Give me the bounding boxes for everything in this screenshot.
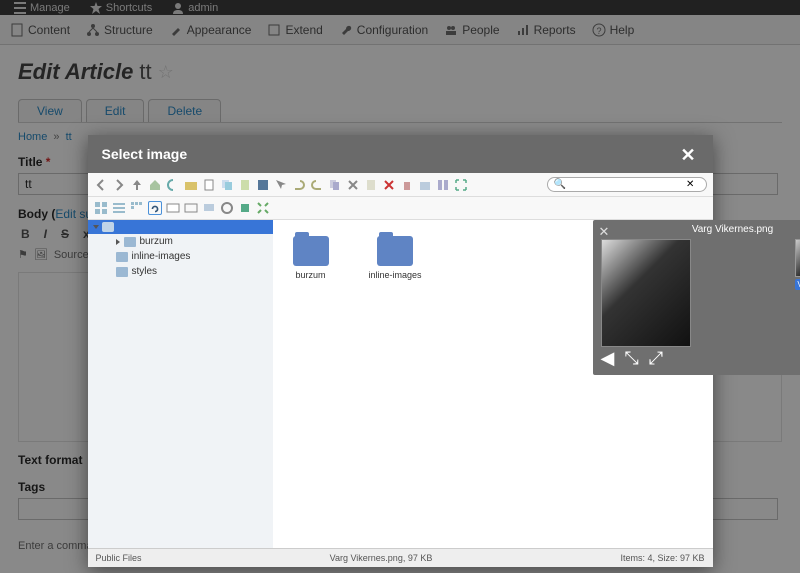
folder-tree: burzum inline-images styles: [88, 220, 273, 548]
prev-arrow-icon[interactable]: ◀: [601, 348, 615, 369]
modal-header: Select image ✕: [88, 135, 713, 173]
tree-item-label: styles: [132, 266, 158, 277]
folder-icon: [377, 236, 413, 266]
select-image-modal: Select image ✕ �: [88, 135, 713, 567]
file-grid[interactable]: burzum inline-images ✕ Varg Vikernes.png…: [273, 220, 713, 548]
tree-item-burzum[interactable]: burzum: [88, 234, 273, 249]
view-list-icon[interactable]: [112, 201, 126, 215]
file-item-inline-images[interactable]: inline-images: [369, 236, 422, 280]
preview-thumbnail[interactable]: png: [795, 239, 800, 277]
cut-icon[interactable]: [346, 178, 360, 192]
tree-item-styles[interactable]: styles: [88, 264, 273, 279]
preview-nav: ◀ ⤡ ⤢: [601, 348, 664, 369]
folder-icon: [293, 236, 329, 266]
photo-icon[interactable]: [166, 201, 180, 215]
new-file-icon[interactable]: [202, 178, 216, 192]
tree-item-inline-images[interactable]: inline-images: [88, 249, 273, 264]
status-right: Items: 4, Size: 97 KB: [620, 553, 704, 563]
folder-icon: [116, 267, 128, 277]
reload-icon[interactable]: [166, 178, 180, 192]
redo-icon[interactable]: [310, 178, 324, 192]
filemanager-statusbar: Public Files Varg Vikernes.png, 97 KB It…: [88, 548, 713, 567]
folder-icon: [124, 237, 136, 247]
view-icon[interactable]: [184, 201, 198, 215]
filemanager-toolbar-1: 🔍 ✕: [88, 173, 713, 197]
info-icon[interactable]: [238, 201, 252, 215]
preview-body: png Varg Vikernes.png: [593, 239, 800, 347]
file-item-burzum[interactable]: burzum: [293, 236, 329, 280]
home-icon[interactable]: [148, 178, 162, 192]
forward-icon[interactable]: [112, 178, 126, 192]
file-label: burzum: [295, 270, 325, 280]
tree-disclosure-icon[interactable]: [116, 239, 120, 245]
modal-title: Select image: [102, 146, 188, 162]
preview-thumbnail-column: png Varg Vikernes.png: [795, 239, 800, 347]
search-icon: 🔍: [554, 179, 566, 190]
trash-icon[interactable]: [400, 178, 414, 192]
status-mid: Varg Vikernes.png, 97 KB: [330, 553, 433, 563]
duplicate-icon[interactable]: [328, 178, 342, 192]
status-left: Public Files: [96, 553, 142, 563]
file-label: inline-images: [369, 270, 422, 280]
preview-filename: Varg Vikernes.png: [593, 220, 800, 239]
filemanager-body: burzum inline-images styles burzum: [88, 220, 713, 548]
tree-item-label: inline-images: [132, 251, 191, 262]
undo-icon[interactable]: [292, 178, 306, 192]
image-preview-popover: ✕ Varg Vikernes.png png Varg Vikernes.pn…: [593, 220, 800, 375]
refresh-icon[interactable]: [220, 201, 234, 215]
link-mode-icon[interactable]: [148, 201, 162, 215]
view-small-icon[interactable]: [130, 201, 144, 215]
select-icon[interactable]: [274, 178, 288, 192]
tree-root[interactable]: [88, 220, 273, 234]
disk-icon: [102, 222, 114, 232]
open-icon[interactable]: [418, 178, 432, 192]
back-icon[interactable]: [94, 178, 108, 192]
thumbnail-label: Varg Vikernes.png: [795, 279, 800, 290]
filemanager-search[interactable]: 🔍 ✕: [547, 177, 707, 192]
filemanager-toolbar-2: [88, 197, 713, 220]
save-icon[interactable]: [256, 178, 270, 192]
paste-icon[interactable]: [238, 178, 252, 192]
tree-item-label: burzum: [140, 236, 173, 247]
search-input[interactable]: [566, 179, 686, 190]
clipboard-icon[interactable]: [364, 178, 378, 192]
monitor-icon[interactable]: [202, 201, 216, 215]
modal-overlay: Select image ✕ �: [0, 0, 800, 573]
tree-disclosure-icon[interactable]: [93, 225, 99, 229]
expand-icon[interactable]: [256, 201, 270, 215]
preview-close-button[interactable]: ✕: [599, 224, 610, 240]
fullscreen-icon[interactable]: [454, 178, 468, 192]
new-folder-icon[interactable]: [184, 178, 198, 192]
next-arrow-icon[interactable]: ⤢: [649, 348, 663, 369]
insert-icon[interactable]: [436, 178, 450, 192]
folder-icon: [116, 252, 128, 262]
clear-search-icon[interactable]: ✕: [686, 179, 694, 190]
delete-icon[interactable]: [382, 178, 396, 192]
copy-icon[interactable]: [220, 178, 234, 192]
expand-arrow-icon[interactable]: ⤡: [624, 348, 638, 369]
view-grid-icon[interactable]: [94, 201, 108, 215]
modal-close-button[interactable]: ✕: [681, 145, 699, 163]
up-icon[interactable]: [130, 178, 144, 192]
preview-image: [601, 239, 691, 347]
